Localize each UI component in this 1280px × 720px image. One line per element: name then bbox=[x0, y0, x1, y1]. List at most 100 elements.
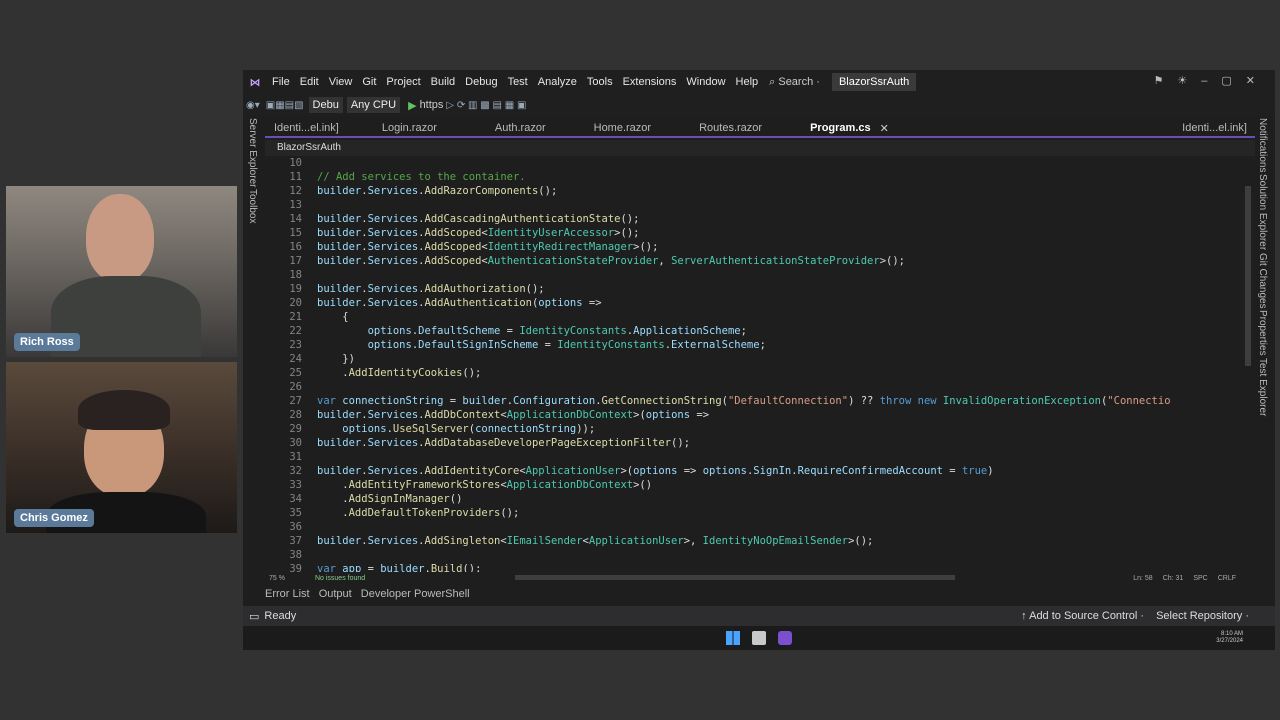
code-text[interactable]: builder.Services.AddSingleton<IEmailSend… bbox=[317, 534, 873, 548]
code-line[interactable]: 10 bbox=[265, 156, 1240, 170]
add-to-source-control-button[interactable]: ↑ Add to Source Control · bbox=[1021, 610, 1144, 622]
windows-start-icon[interactable] bbox=[726, 631, 740, 645]
code-text[interactable]: builder.Services.AddDatabaseDeveloperPag… bbox=[317, 436, 690, 450]
code-text[interactable]: .AddEntityFrameworkStores<ApplicationDbC… bbox=[317, 478, 652, 492]
code-text[interactable]: // Add services to the container. bbox=[317, 170, 526, 184]
code-line[interactable]: 35 .AddDefaultTokenProviders(); bbox=[265, 506, 1240, 520]
code-text[interactable]: options.UseSqlServer(connectionString)); bbox=[317, 422, 595, 436]
code-line[interactable]: 15 builder.Services.AddScoped<IdentityUse… bbox=[265, 226, 1240, 240]
whitespace-mode[interactable]: SPC bbox=[1193, 575, 1207, 582]
issues-status[interactable]: No issues found bbox=[315, 575, 365, 582]
code-line[interactable]: 25 .AddIdentityCookies(); bbox=[265, 366, 1240, 380]
code-text[interactable]: builder.Services.AddDbContext<Applicatio… bbox=[317, 408, 709, 422]
test-explorer-tab[interactable]: Test Explorer bbox=[1257, 358, 1268, 416]
tab-program[interactable]: Program.cs bbox=[801, 122, 880, 134]
notifications-tab[interactable]: Notifications bbox=[1257, 118, 1268, 172]
window-controls[interactable]: ⚑☀–▢✕ bbox=[1154, 74, 1269, 87]
code-line[interactable]: 16 builder.Services.AddScoped<IdentityRed… bbox=[265, 240, 1240, 254]
menu-git[interactable]: Git bbox=[362, 76, 376, 88]
code-text[interactable]: { bbox=[317, 310, 348, 324]
tab-auth[interactable]: Auth.razor bbox=[486, 122, 555, 134]
code-line[interactable]: 29 options.UseSqlServer(connectionString… bbox=[265, 422, 1240, 436]
toolbox-tab[interactable]: Toolbox bbox=[247, 189, 258, 223]
menu-analyze[interactable]: Analyze bbox=[538, 76, 577, 88]
menu-view[interactable]: View bbox=[329, 76, 353, 88]
explorer-icon[interactable] bbox=[752, 631, 766, 645]
code-line[interactable]: 14 builder.Services.AddCascadingAuthentic… bbox=[265, 212, 1240, 226]
menu-edit[interactable]: Edit bbox=[300, 76, 319, 88]
tab-developer-powershell[interactable]: Developer PowerShell bbox=[361, 588, 470, 600]
zoom-level[interactable]: 75 % bbox=[269, 575, 285, 582]
code-line[interactable]: 23 options.DefaultSignInScheme = Identit… bbox=[265, 338, 1240, 352]
solution-explorer-tab[interactable]: Solution Explorer bbox=[1257, 174, 1268, 250]
code-line[interactable]: 18 bbox=[265, 268, 1240, 282]
code-editor[interactable]: 10 11 // Add services to the container. 12 b… bbox=[265, 156, 1240, 572]
horizontal-scrollbar[interactable] bbox=[515, 575, 955, 580]
tab-home[interactable]: Home.razor bbox=[585, 122, 660, 134]
menu-test[interactable]: Test bbox=[508, 76, 528, 88]
line-endings[interactable]: CRLF bbox=[1218, 575, 1236, 582]
nav-project[interactable]: BlazorSsrAuth bbox=[277, 142, 341, 153]
git-changes-tab[interactable]: Git Changes bbox=[1257, 253, 1268, 309]
menu-extensions[interactable]: Extensions bbox=[623, 76, 677, 88]
code-text[interactable]: options.DefaultScheme = IdentityConstant… bbox=[317, 324, 747, 338]
tab-routes[interactable]: Routes.razor bbox=[690, 122, 771, 134]
code-line[interactable]: 13 bbox=[265, 198, 1240, 212]
code-text[interactable]: }) bbox=[317, 352, 355, 366]
search-button[interactable]: ⌕ Search · bbox=[769, 76, 820, 89]
navigation-bar[interactable]: BlazorSsrAuth bbox=[265, 140, 1255, 156]
code-line[interactable]: 38 bbox=[265, 548, 1240, 562]
code-text[interactable]: var app = builder.Build(); bbox=[317, 562, 481, 572]
code-text[interactable]: builder.Services.AddAuthorization(); bbox=[317, 282, 545, 296]
tab-error-list[interactable]: Error List bbox=[265, 588, 310, 600]
menu-project[interactable]: Project bbox=[386, 76, 420, 88]
code-line[interactable]: 19 builder.Services.AddAuthorization(); bbox=[265, 282, 1240, 296]
code-line[interactable]: 21 { bbox=[265, 310, 1240, 324]
select-repository-button[interactable]: Select Repository · bbox=[1156, 610, 1249, 622]
code-text[interactable]: builder.Services.AddScoped<Authenticatio… bbox=[317, 254, 905, 268]
code-text[interactable]: builder.Services.AddIdentityCore<Applica… bbox=[317, 464, 994, 478]
properties-tab[interactable]: Properties bbox=[1257, 310, 1268, 356]
code-line[interactable]: 28 builder.Services.AddDbContext<Applicat… bbox=[265, 408, 1240, 422]
back-icon[interactable]: ◉▾ bbox=[246, 100, 260, 111]
code-line[interactable]: 11 // Add services to the container. bbox=[265, 170, 1240, 184]
debug-icons[interactable]: ▷ ⟳ ▥ ▩ ▤ ▦ ▣ bbox=[446, 100, 526, 111]
code-line[interactable]: 33 .AddEntityFrameworkStores<Application… bbox=[265, 478, 1240, 492]
menu-file[interactable]: File bbox=[272, 76, 290, 88]
code-text[interactable]: options.DefaultSignInScheme = IdentityCo… bbox=[317, 338, 766, 352]
scroll-thumb[interactable] bbox=[1245, 186, 1251, 366]
code-text[interactable]: .AddIdentityCookies(); bbox=[317, 366, 481, 380]
menu-tools[interactable]: Tools bbox=[587, 76, 613, 88]
server-explorer-tab[interactable]: Server Explorer bbox=[247, 118, 258, 187]
visual-studio-icon[interactable] bbox=[778, 631, 792, 645]
code-text[interactable]: .AddSignInManager() bbox=[317, 492, 462, 506]
code-line[interactable]: 31 bbox=[265, 450, 1240, 464]
code-text[interactable]: builder.Services.AddScoped<IdentityUserA… bbox=[317, 226, 639, 240]
clock[interactable]: 8:10 AM 3/27/2024 bbox=[1216, 631, 1243, 645]
tab-output[interactable]: Output bbox=[319, 588, 352, 600]
code-line[interactable]: 12 builder.Services.AddRazorComponents(); bbox=[265, 184, 1240, 198]
code-line[interactable]: 34 .AddSignInManager() bbox=[265, 492, 1240, 506]
code-line[interactable]: 36 bbox=[265, 520, 1240, 534]
menu-debug[interactable]: Debug bbox=[465, 76, 497, 88]
code-line[interactable]: 24 }) bbox=[265, 352, 1240, 366]
code-line[interactable]: 27 var connectionString = builder.Configu… bbox=[265, 394, 1240, 408]
run-target[interactable]: https bbox=[420, 99, 444, 111]
tab-login[interactable]: Login.razor bbox=[373, 122, 446, 134]
code-line[interactable]: 39 var app = builder.Build(); bbox=[265, 562, 1240, 572]
menu-help[interactable]: Help bbox=[736, 76, 759, 88]
code-line[interactable]: 26 bbox=[265, 380, 1240, 394]
code-text[interactable]: var connectionString = builder.Configura… bbox=[317, 394, 1171, 408]
code-text[interactable]: builder.Services.AddRazorComponents(); bbox=[317, 184, 557, 198]
tab-identity[interactable]: Identi...el.ink] bbox=[265, 122, 348, 134]
code-text[interactable]: builder.Services.AddCascadingAuthenticat… bbox=[317, 212, 639, 226]
tab-identity-right[interactable]: Identi...el.ink] bbox=[1173, 122, 1255, 134]
code-line[interactable]: 20 builder.Services.AddAuthentication(opt… bbox=[265, 296, 1240, 310]
toolbar-icons[interactable]: ▣▦▤▧ bbox=[266, 100, 304, 111]
code-line[interactable]: 32 builder.Services.AddIdentityCore<Appli… bbox=[265, 464, 1240, 478]
close-tab-icon[interactable]: ✕ bbox=[880, 122, 889, 135]
code-text[interactable]: builder.Services.AddScoped<IdentityRedir… bbox=[317, 240, 658, 254]
code-line[interactable]: 30 builder.Services.AddDatabaseDeveloperP… bbox=[265, 436, 1240, 450]
configuration-dropdown[interactable]: Debu bbox=[308, 97, 343, 113]
menu-window[interactable]: Window bbox=[686, 76, 725, 88]
